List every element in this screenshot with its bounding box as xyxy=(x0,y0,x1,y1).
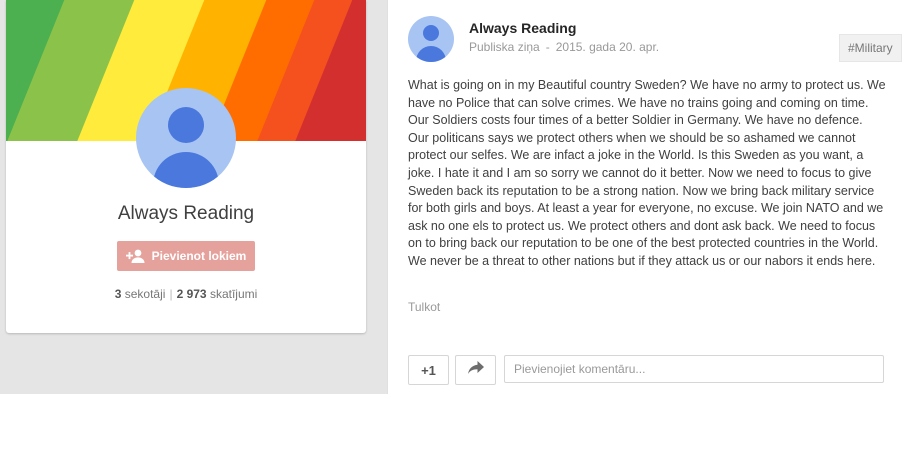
comment-input[interactable] xyxy=(504,355,884,383)
plus-one-button[interactable]: +1 xyxy=(408,355,449,385)
profile-card: Always Reading Pievienot lokiem 3 sekotā… xyxy=(6,0,366,333)
post-date[interactable]: 2015. gada 20. apr. xyxy=(556,40,659,54)
add-person-icon xyxy=(125,249,146,263)
avatar-torso-shape xyxy=(416,46,446,62)
post-card: Always Reading Publiska ziņa -2015. gada … xyxy=(387,0,906,394)
stats-divider: | xyxy=(169,287,173,301)
profile-stats: 3 sekotāji | 2 973 skatījumi xyxy=(6,287,366,301)
post-meta: Publiska ziņa -2015. gada 20. apr. xyxy=(469,40,659,54)
author-avatar[interactable] xyxy=(408,16,454,62)
post-body-text: What is going on in my Beautiful country… xyxy=(408,78,886,268)
share-button[interactable] xyxy=(455,355,496,385)
views-count: 2 973 xyxy=(176,287,207,301)
add-to-circles-button[interactable]: Pievienot lokiem xyxy=(117,241,255,271)
avatar-head-shape xyxy=(168,107,204,143)
followers-label[interactable]: sekotāji xyxy=(125,287,166,301)
translate-link[interactable]: Tulkot xyxy=(408,300,440,314)
meta-separator: - xyxy=(545,40,550,54)
profile-avatar[interactable] xyxy=(136,88,236,188)
views-label: skatījumi xyxy=(209,287,258,301)
share-arrow-icon xyxy=(467,361,484,379)
hashtag-chip[interactable]: #Military xyxy=(839,34,902,62)
add-to-circles-label: Pievienot lokiem xyxy=(151,249,247,263)
followers-count: 3 xyxy=(114,287,122,301)
profile-name[interactable]: Always Reading xyxy=(6,203,366,225)
avatar-torso-shape xyxy=(153,152,219,188)
post-visibility: Publiska ziņa xyxy=(469,40,540,54)
avatar-head-shape xyxy=(423,25,439,41)
post-author-name[interactable]: Always Reading xyxy=(469,20,576,36)
